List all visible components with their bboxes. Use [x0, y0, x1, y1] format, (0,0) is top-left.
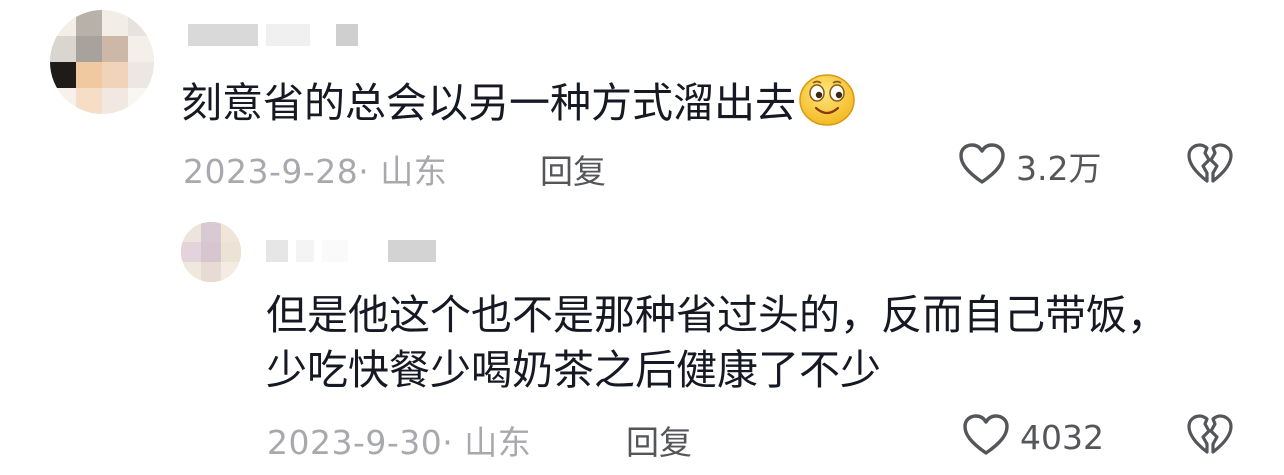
avatar-mosaic-cell [128, 36, 154, 62]
replier-avatar[interactable] [181, 222, 241, 282]
comment-reply-button[interactable]: 回复 [540, 145, 606, 193]
avatar-mosaic-cell [50, 88, 76, 114]
avatar-mosaic-cell [221, 242, 241, 262]
blurred-block [336, 24, 358, 46]
blurred-block [266, 24, 310, 46]
commenter-username-blurred[interactable] [188, 24, 358, 46]
reply-date-location: 2023-9-30· 山东 [267, 423, 532, 462]
commenter-avatar[interactable] [50, 10, 154, 114]
avatar-mosaic-cell [76, 10, 102, 36]
avatar-mosaic-cell [102, 62, 128, 88]
reply-reply-button[interactable]: 回复 [626, 416, 692, 464]
reply-like-count: 4032 [1020, 417, 1104, 457]
avatar-mosaic-cell [128, 10, 154, 36]
avatar-mosaic-cell [76, 62, 102, 88]
smiling-face-emoji [798, 71, 856, 141]
replier-username-blurred[interactable] [266, 240, 436, 262]
blurred-block [188, 24, 258, 46]
blurred-block [266, 240, 288, 262]
heart-outline-icon [958, 142, 1006, 190]
avatar-mosaic-cell [221, 222, 241, 242]
avatar-mosaic-cell [221, 262, 241, 282]
reply-dislike-button[interactable] [1186, 413, 1234, 461]
blurred-block [356, 240, 380, 262]
avatar-mosaic-cell [181, 242, 201, 262]
avatar-mosaic-cell [50, 36, 76, 62]
avatar-mosaic-cell [201, 242, 221, 262]
heart-outline-icon [962, 413, 1010, 461]
avatar-mosaic-cell [76, 36, 102, 62]
comment-text-container: 刻意省的总会以另一种方式溜出去 [181, 71, 856, 141]
reply-text: 但是他这个也不是那种省过头的，反而自己带饭，少吃快餐少喝奶茶之后健康了不少 [266, 291, 1168, 394]
avatar-mosaic-cell [128, 88, 154, 114]
blurred-block [318, 24, 328, 46]
broken-heart-icon [1186, 414, 1234, 461]
avatar-mosaic-cell [128, 62, 154, 88]
comment-like-count: 3.2万 [1016, 149, 1102, 188]
broken-heart-icon [1186, 143, 1234, 190]
avatar-mosaic-cell [201, 262, 221, 282]
avatar-mosaic-cell [201, 222, 221, 242]
comment-dislike-button[interactable] [1186, 142, 1234, 190]
avatar-mosaic-cell [50, 62, 76, 88]
comment-date-location: 2023-9-28· 山东 [183, 152, 448, 191]
avatar-mosaic-cell [50, 10, 76, 36]
blurred-block [296, 240, 314, 262]
avatar-mosaic-cell [102, 36, 128, 62]
comment-like-button[interactable]: 3.2万 [958, 142, 1101, 190]
blurred-block [388, 240, 436, 262]
avatar-mosaic-cell [76, 88, 102, 114]
avatar-mosaic-cell [181, 262, 201, 282]
avatar-mosaic-cell [102, 10, 128, 36]
blurred-block [322, 240, 348, 262]
avatar-mosaic-cell [181, 222, 201, 242]
reply-like-button[interactable]: 4032 [962, 413, 1104, 461]
avatar-mosaic-cell [102, 88, 128, 114]
comment-text: 刻意省的总会以另一种方式溜出去 [181, 79, 796, 127]
